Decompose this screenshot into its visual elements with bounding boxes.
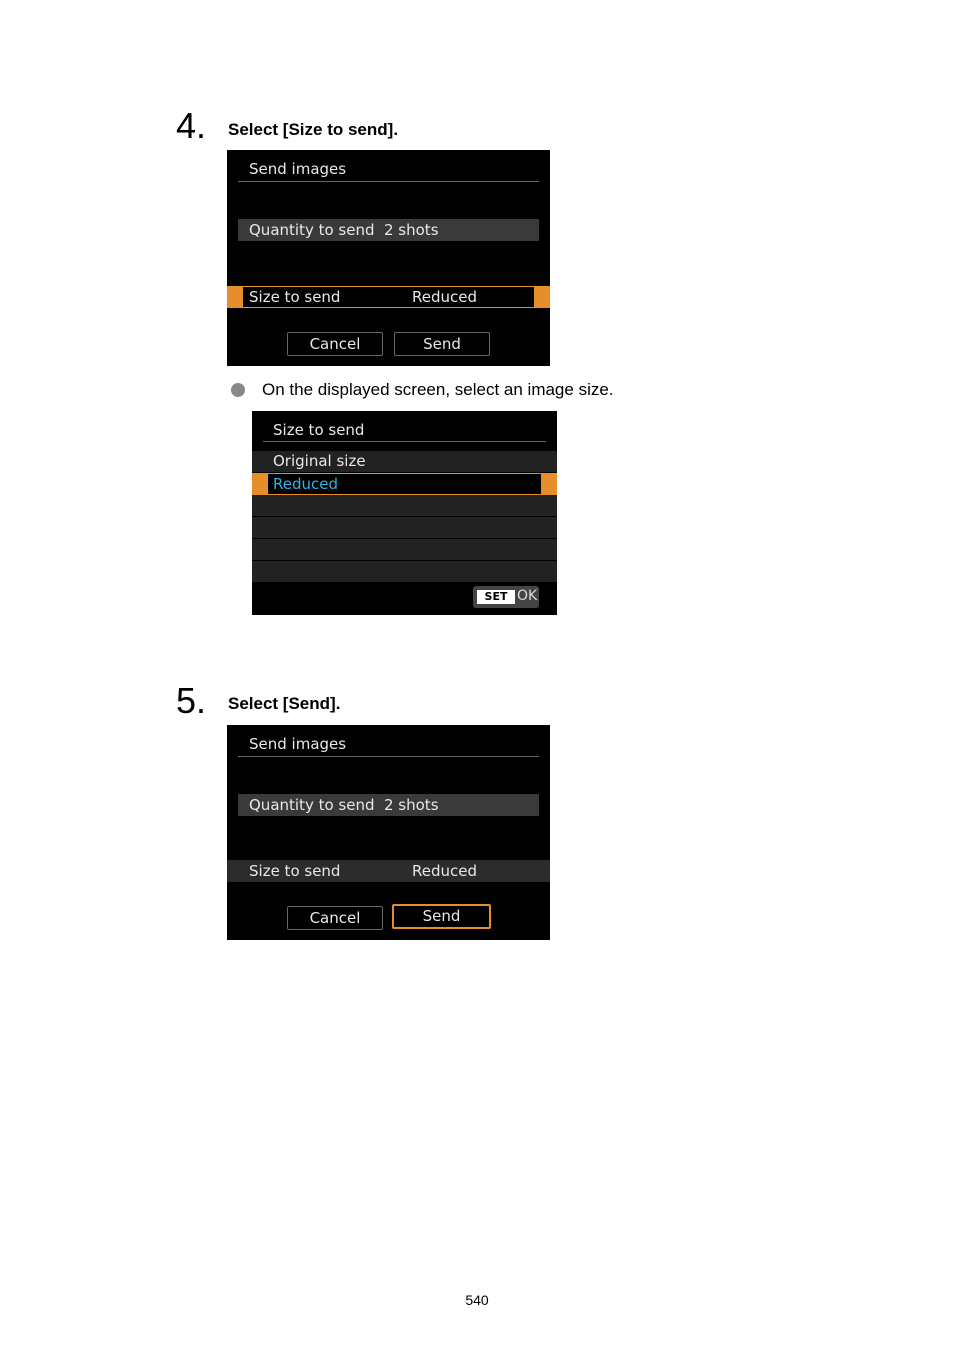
size-label: Size to send bbox=[249, 288, 341, 306]
size-to-send-screen: Size to send Original size Reduced SET O… bbox=[252, 411, 557, 615]
send-button[interactable]: Send bbox=[394, 332, 490, 356]
list-row-empty bbox=[252, 539, 557, 561]
instruction-text: On the displayed screen, select an image… bbox=[262, 380, 614, 399]
divider bbox=[238, 756, 539, 757]
option-label: Reduced bbox=[273, 475, 339, 493]
cancel-button[interactable]: Cancel bbox=[287, 906, 383, 930]
quantity-label: Quantity to send bbox=[249, 796, 375, 814]
option-reduced[interactable]: Reduced bbox=[252, 473, 557, 495]
size-to-send-row[interactable]: Size to send Reduced bbox=[227, 286, 550, 308]
send-button[interactable]: Send bbox=[392, 904, 491, 929]
divider bbox=[263, 441, 546, 442]
set-ok-button[interactable]: SET OK bbox=[473, 586, 539, 608]
page-number: 540 bbox=[465, 1292, 489, 1308]
step-number: 4. bbox=[176, 105, 207, 146]
step-number: 5. bbox=[176, 680, 207, 721]
size-value: Reduced bbox=[412, 288, 478, 306]
size-value: Reduced bbox=[412, 862, 478, 880]
divider bbox=[238, 181, 539, 182]
ok-label: OK bbox=[517, 588, 538, 604]
set-icon: SET bbox=[477, 590, 515, 604]
list-row-empty bbox=[252, 561, 557, 583]
cancel-button[interactable]: Cancel bbox=[287, 332, 383, 356]
quantity-row[interactable]: Quantity to send 2 shots bbox=[238, 794, 539, 816]
quantity-row[interactable]: Quantity to send 2 shots bbox=[238, 219, 539, 241]
size-label: Size to send bbox=[249, 862, 341, 880]
screen-title: Size to send bbox=[273, 421, 365, 439]
screen-title: Send images bbox=[249, 735, 347, 753]
option-label: Original size bbox=[273, 452, 366, 470]
option-original-size[interactable]: Original size bbox=[252, 451, 557, 473]
list-row-empty bbox=[252, 517, 557, 539]
screen-title: Send images bbox=[249, 160, 347, 178]
step-title: Select [Size to send]. bbox=[228, 120, 399, 139]
size-to-send-row[interactable]: Size to send Reduced bbox=[227, 860, 550, 882]
send-images-screen: Send images Quantity to send 2 shots Siz… bbox=[227, 725, 550, 940]
step-title: Select [Send]. bbox=[228, 694, 341, 713]
send-images-screen: Send images Quantity to send 2 shots Siz… bbox=[227, 150, 550, 366]
quantity-value: 2 shots bbox=[384, 221, 439, 239]
quantity-value: 2 shots bbox=[384, 796, 439, 814]
quantity-label: Quantity to send bbox=[249, 221, 375, 239]
bullet-icon bbox=[231, 383, 245, 397]
list-row-empty bbox=[252, 495, 557, 517]
